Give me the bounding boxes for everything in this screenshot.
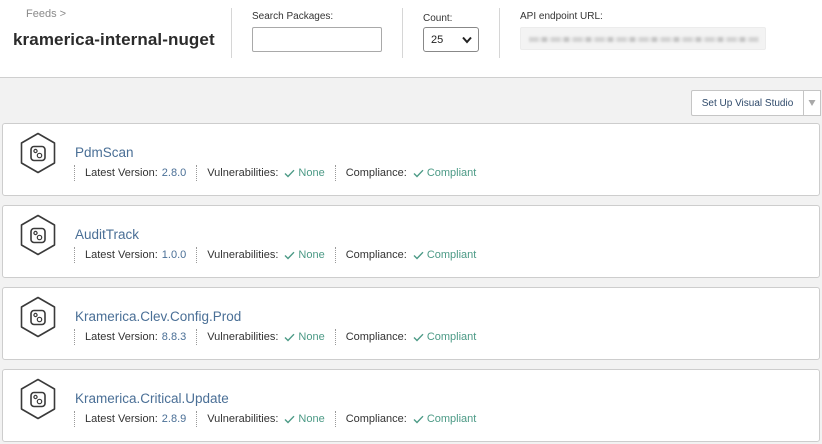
compliance-value: Compliant: [426, 167, 477, 179]
vulnerabilities-status: None: [284, 413, 325, 425]
package-meta: Latest Version: 2.8.9 Vulnerabilities: N…: [74, 410, 486, 428]
compliance-status: Compliant: [413, 413, 477, 425]
count-label: Count:: [423, 13, 453, 24]
latest-version-label: Latest Version:: [85, 413, 158, 425]
vulnerabilities-value: None: [298, 331, 325, 343]
check-icon: [413, 251, 424, 260]
vulnerabilities: Vulnerabilities: None: [196, 329, 334, 345]
latest-version-value[interactable]: 1.0.0: [162, 249, 186, 261]
compliance-value: Compliant: [426, 413, 477, 425]
check-icon: [413, 169, 424, 178]
package-card[interactable]: AuditTrack Latest Version: 1.0.0 Vulnera…: [2, 205, 820, 278]
vulnerabilities-status: None: [284, 331, 325, 343]
count-value: 25: [431, 33, 444, 46]
vulnerabilities-value: None: [298, 167, 325, 179]
compliance: Compliance: Compliant: [334, 411, 487, 427]
latest-version-label: Latest Version:: [85, 167, 158, 179]
check-icon: [284, 415, 295, 424]
package-card[interactable]: Kramerica.Critical.Update Latest Version…: [2, 369, 820, 442]
hexagon-package-icon: [20, 214, 56, 256]
compliance: Compliance: Compliant: [334, 329, 487, 345]
vulnerabilities-status: None: [284, 249, 325, 261]
latest-version: Latest Version: 2.8.0: [74, 165, 196, 181]
compliance-label: Compliance:: [345, 167, 407, 179]
latest-version-label: Latest Version:: [85, 249, 158, 261]
latest-version-value[interactable]: 8.8.3: [162, 331, 186, 343]
compliance: Compliance: Compliant: [334, 247, 487, 263]
latest-version-value[interactable]: 2.8.9: [162, 413, 186, 425]
vulnerabilities: Vulnerabilities: None: [196, 165, 334, 181]
compliance: Compliance: Compliant: [334, 165, 487, 181]
check-icon: [284, 333, 295, 342]
package-name-link[interactable]: Kramerica.Clev.Config.Prod: [75, 309, 241, 324]
vulnerabilities-label: Vulnerabilities:: [207, 167, 279, 179]
package-name-link[interactable]: Kramerica.Critical.Update: [75, 391, 229, 406]
hexagon-package-icon: [20, 378, 56, 420]
vulnerabilities-label: Vulnerabilities:: [207, 413, 279, 425]
check-icon: [413, 415, 424, 424]
count-select[interactable]: 25: [423, 27, 479, 52]
feed-header: Feeds > kramerica-internal-nuget Search …: [0, 0, 822, 78]
latest-version-label: Latest Version:: [85, 331, 158, 343]
search-input[interactable]: [252, 27, 382, 52]
latest-version-value[interactable]: 2.8.0: [162, 167, 186, 179]
latest-version: Latest Version: 2.8.9: [74, 411, 196, 427]
package-name-link[interactable]: PdmScan: [75, 145, 134, 160]
package-meta: Latest Version: 1.0.0 Vulnerabilities: N…: [74, 246, 486, 264]
compliance-status: Compliant: [413, 331, 477, 343]
latest-version: Latest Version: 1.0.0: [74, 247, 196, 263]
vulnerabilities-value: None: [298, 413, 325, 425]
compliance-label: Compliance:: [345, 331, 407, 343]
vulnerabilities: Vulnerabilities: None: [196, 411, 334, 427]
search-label: Search Packages:: [252, 11, 334, 22]
compliance-value: Compliant: [426, 331, 477, 343]
page-title: kramerica-internal-nuget: [13, 30, 215, 49]
hexagon-package-icon: [20, 296, 56, 338]
divider: [499, 8, 500, 58]
package-name-link[interactable]: AuditTrack: [75, 227, 139, 242]
divider: [402, 8, 403, 58]
check-icon: [284, 251, 295, 260]
hexagon-package-icon: [20, 132, 56, 174]
chevron-down-icon: [462, 36, 472, 44]
setup-visual-studio-dropdown[interactable]: [804, 90, 821, 116]
compliance-label: Compliance:: [345, 249, 407, 261]
vulnerabilities-status: None: [284, 167, 325, 179]
setup-visual-studio-button[interactable]: Set Up Visual Studio: [691, 90, 804, 116]
vulnerabilities-label: Vulnerabilities:: [207, 331, 279, 343]
compliance-label: Compliance:: [345, 413, 407, 425]
vulnerabilities: Vulnerabilities: None: [196, 247, 334, 263]
compliance-status: Compliant: [413, 167, 477, 179]
caret-down-icon: [808, 100, 816, 106]
check-icon: [284, 169, 295, 178]
vulnerabilities-value: None: [298, 249, 325, 261]
package-card[interactable]: PdmScan Latest Version: 2.8.0 Vulnerabil…: [2, 123, 820, 196]
api-endpoint-label: API endpoint URL:: [520, 11, 603, 22]
package-meta: Latest Version: 2.8.0 Vulnerabilities: N…: [74, 164, 486, 182]
package-card[interactable]: Kramerica.Clev.Config.Prod Latest Versio…: [2, 287, 820, 360]
redacted-url: [529, 37, 759, 42]
check-icon: [413, 333, 424, 342]
compliance-status: Compliant: [413, 249, 477, 261]
api-endpoint-url-field[interactable]: [520, 27, 766, 50]
package-meta: Latest Version: 8.8.3 Vulnerabilities: N…: [74, 328, 486, 346]
breadcrumb-feeds[interactable]: Feeds >: [26, 8, 66, 20]
compliance-value: Compliant: [426, 249, 477, 261]
latest-version: Latest Version: 8.8.3: [74, 329, 196, 345]
vulnerabilities-label: Vulnerabilities:: [207, 249, 279, 261]
divider: [231, 8, 232, 58]
